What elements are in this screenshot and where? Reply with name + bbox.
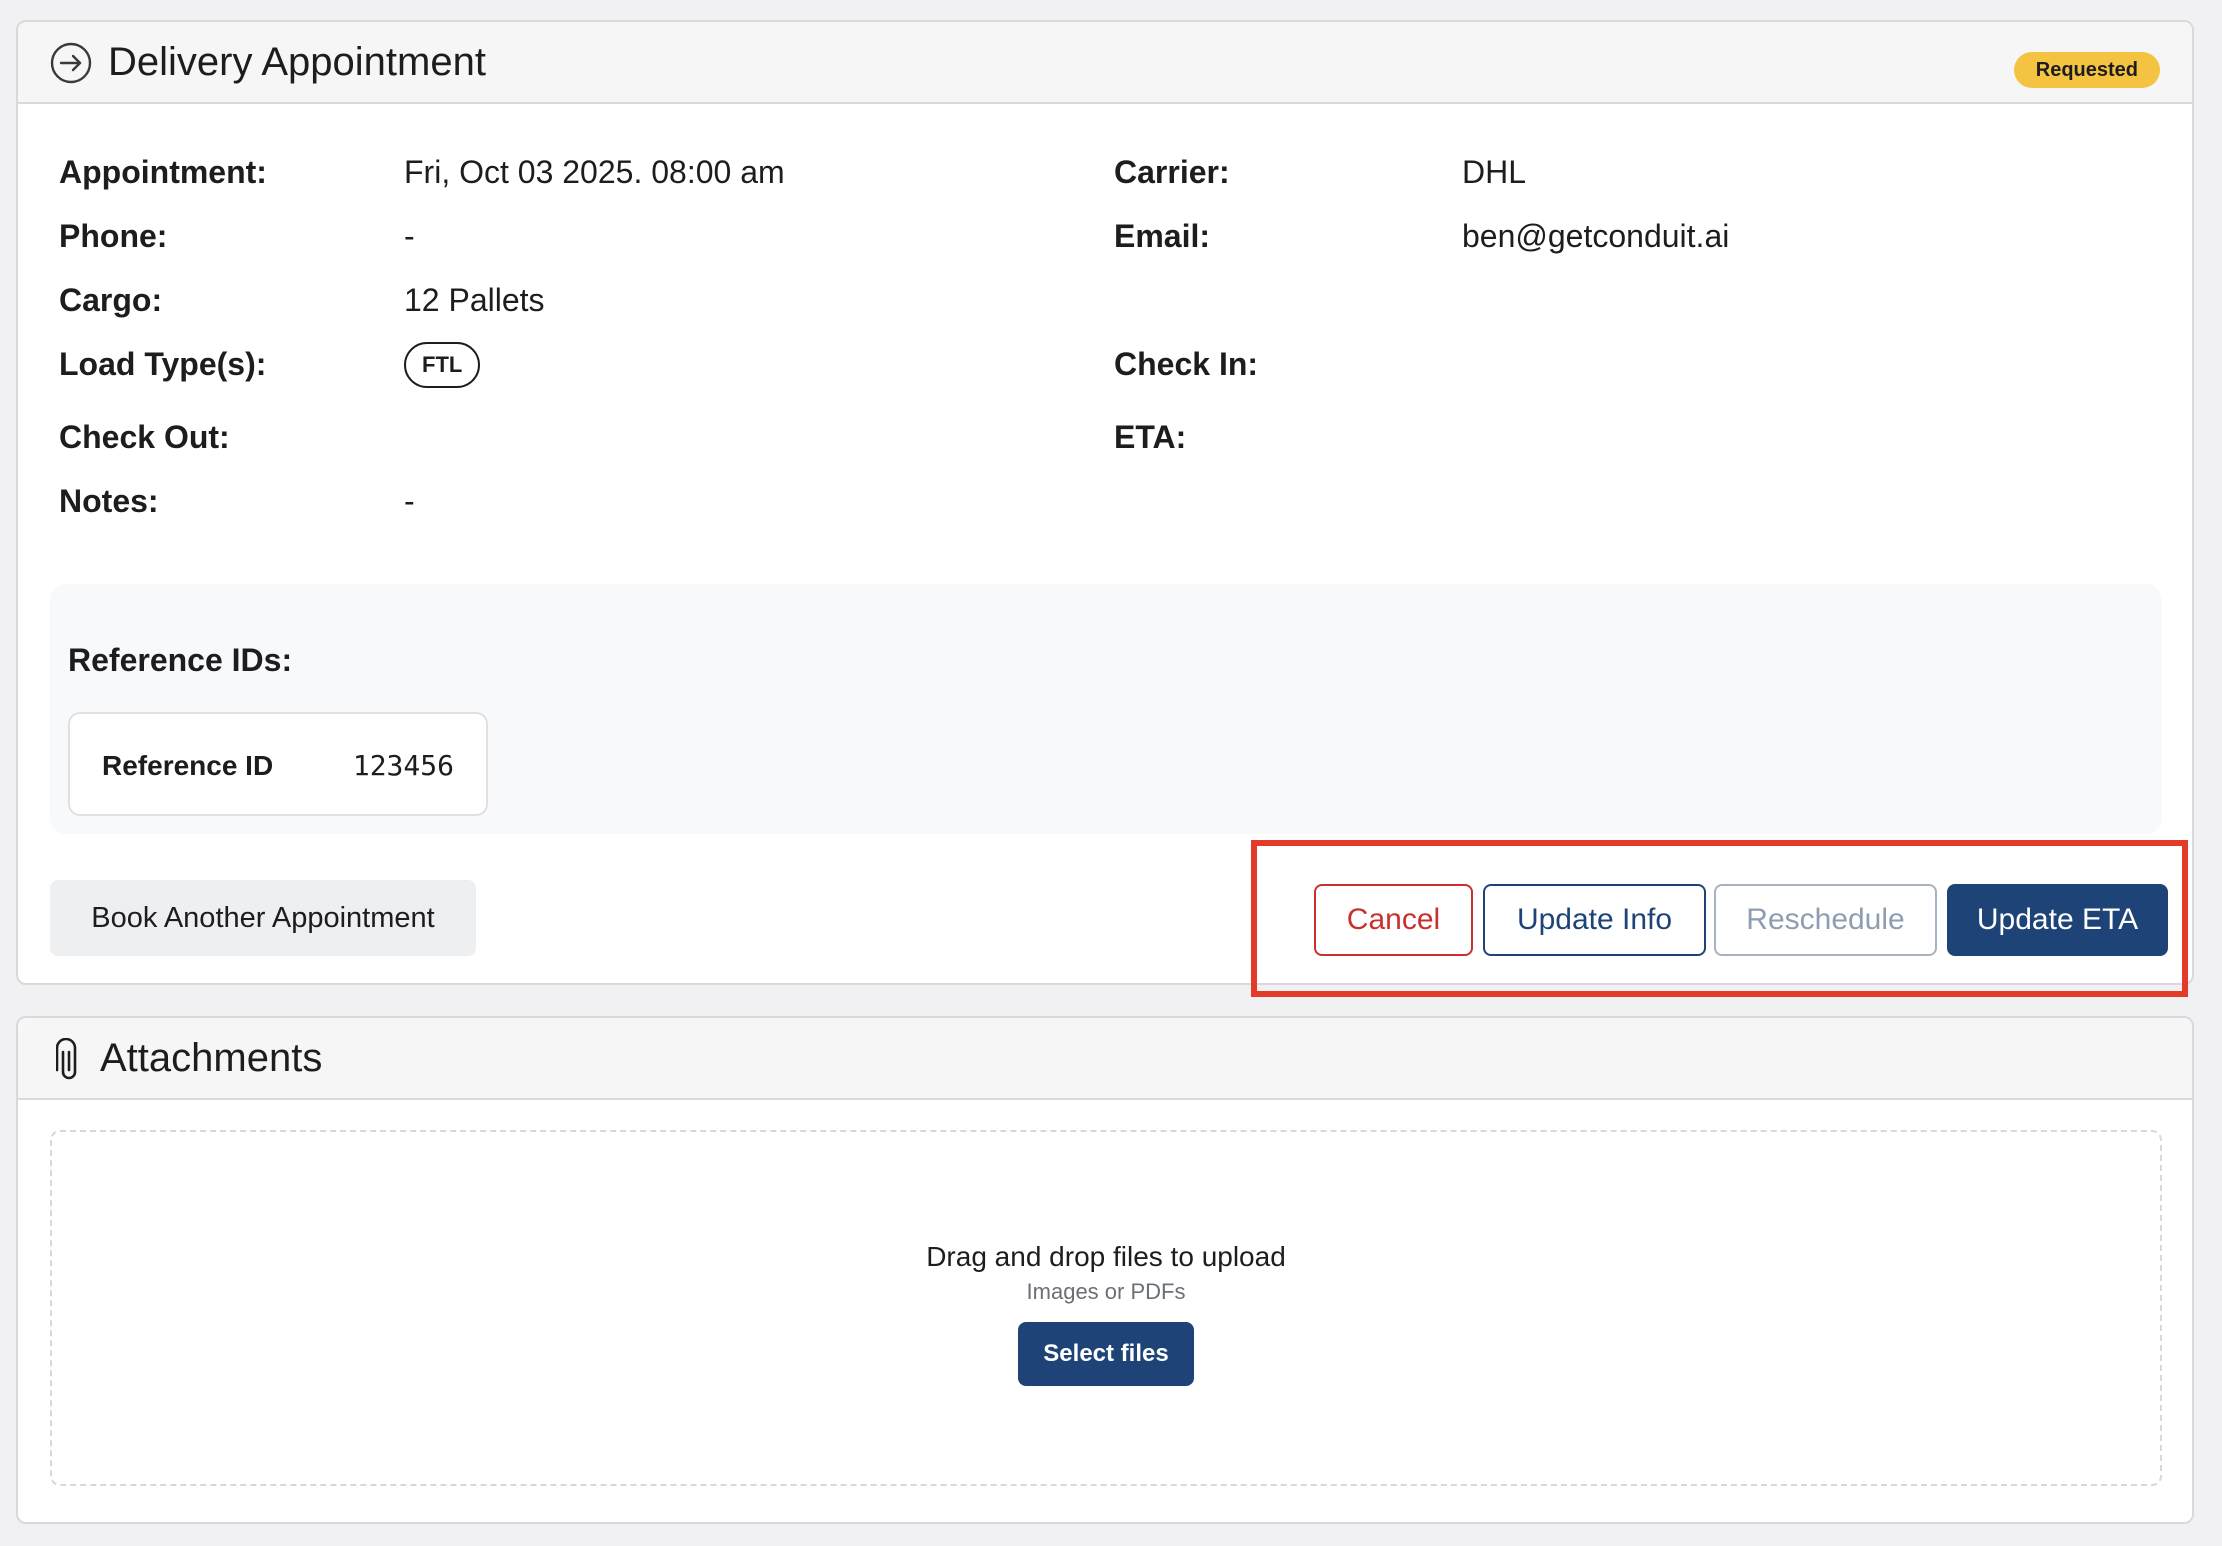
attachments-title: Attachments	[100, 1036, 323, 1080]
attachments-card: Attachments Drag and drop files to uploa…	[16, 1016, 2194, 1524]
reschedule-button[interactable]: Reschedule	[1714, 884, 1937, 956]
status-badge: Requested	[2013, 52, 2160, 88]
carrier-value: DHL	[1462, 154, 1527, 190]
attachments-header: Attachments	[18, 1018, 2192, 1100]
reference-id-label: Reference ID	[102, 750, 274, 781]
cargo-value: 12 Pallets	[404, 282, 545, 318]
page-title: Delivery Appointment	[108, 40, 486, 84]
dropzone-subtitle: Images or PDFs	[1026, 1279, 1186, 1304]
load-type-pill: FTL	[404, 342, 481, 388]
email-label: Email:	[1114, 218, 1211, 254]
select-files-button[interactable]: Select files	[1018, 1322, 1194, 1386]
update-eta-button[interactable]: Update ETA	[1947, 884, 2168, 956]
check-out-label: Check Out:	[59, 419, 230, 455]
dropzone-title: Drag and drop files to upload	[926, 1241, 1286, 1272]
arrow-right-circle-icon	[50, 42, 92, 89]
reference-id-chip: Reference ID 123456	[68, 712, 488, 816]
reference-ids-panel: Reference IDs: Reference ID 123456	[50, 584, 2162, 834]
reference-id-value: 123456	[352, 749, 454, 782]
notes-label: Notes:	[59, 483, 159, 519]
reference-ids-title: Reference IDs:	[68, 642, 293, 678]
book-another-appointment-button[interactable]: Book Another Appointment	[50, 880, 476, 956]
delivery-appointment-card: Delivery Appointment Requested Appointme…	[16, 20, 2194, 985]
file-dropzone[interactable]: Drag and drop files to upload Images or …	[50, 1130, 2162, 1486]
paperclip-icon	[55, 1037, 82, 1087]
phone-value: -	[404, 218, 415, 254]
card-header: Delivery Appointment Requested	[18, 22, 2192, 104]
appointment-label: Appointment:	[59, 154, 267, 190]
cargo-label: Cargo:	[59, 282, 163, 318]
cancel-button[interactable]: Cancel	[1314, 884, 1473, 956]
email-value: ben@getconduit.ai	[1462, 218, 1730, 254]
notes-value: -	[404, 483, 415, 519]
carrier-label: Carrier:	[1114, 154, 1230, 190]
eta-label: ETA:	[1114, 419, 1187, 455]
load-type-label: Load Type(s):	[59, 346, 267, 382]
check-in-label: Check In:	[1114, 346, 1259, 382]
phone-label: Phone:	[59, 218, 168, 254]
update-info-button[interactable]: Update Info	[1483, 884, 1706, 956]
appointment-value: Fri, Oct 03 2025. 08:00 am	[404, 154, 785, 190]
